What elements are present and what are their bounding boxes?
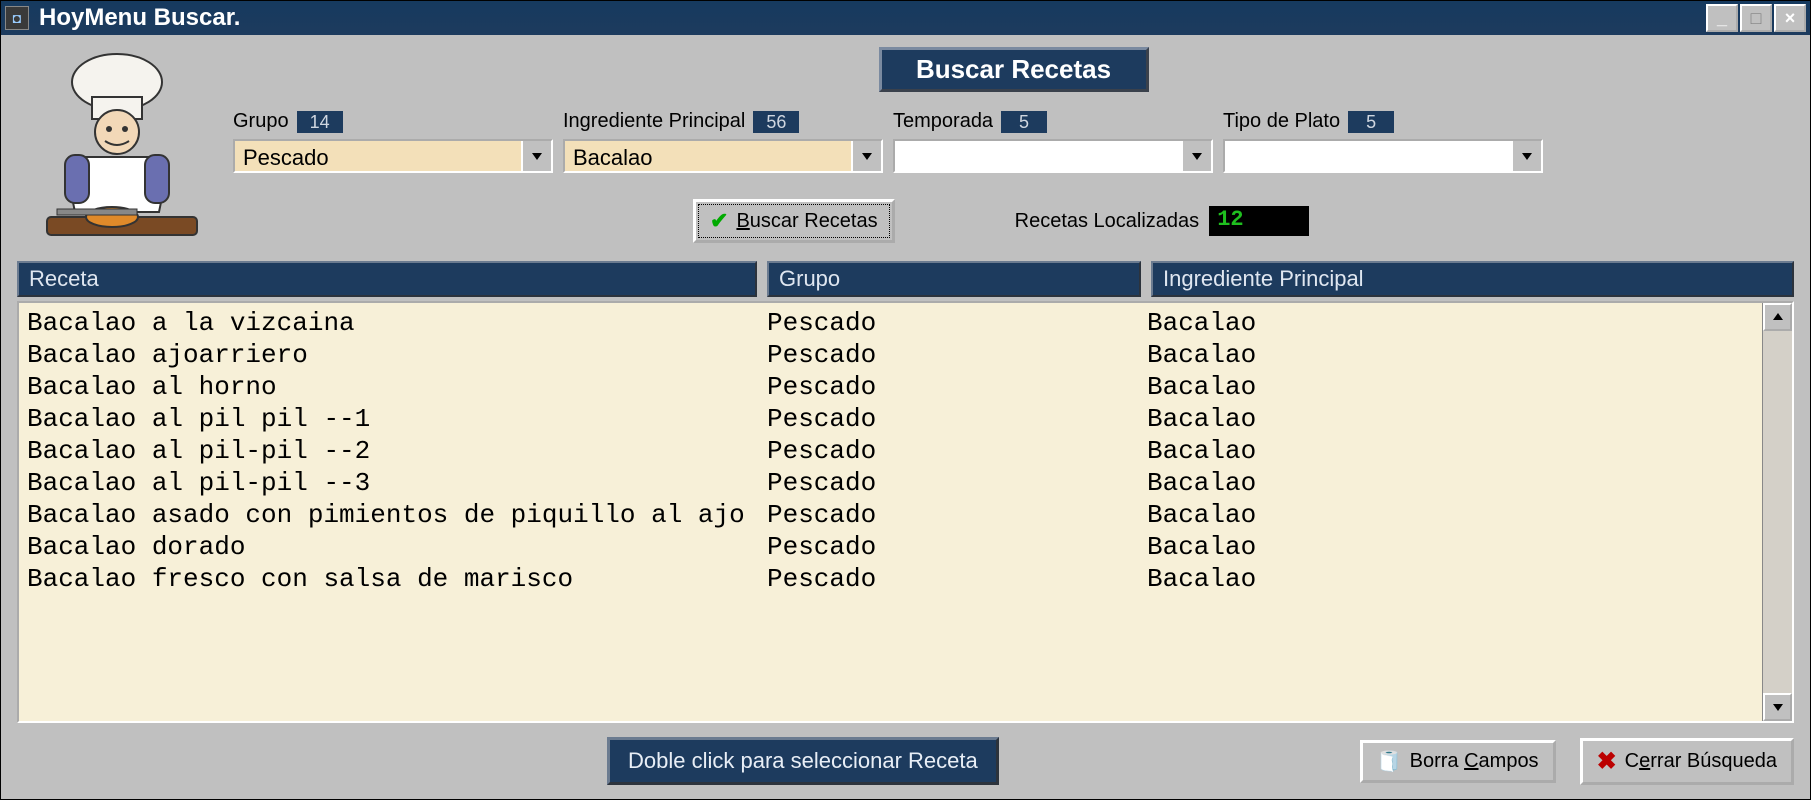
close-icon: ✖ <box>1597 747 1617 776</box>
cell-receta: Bacalao al horno <box>27 371 767 403</box>
table-row[interactable]: Bacalao a la vizcainaPescadoBacalao <box>19 307 1762 339</box>
titlebar: ◘ HoyMenu Buscar. _ □ × <box>1 1 1810 35</box>
cell-receta: Bacalao ajoarriero <box>27 339 767 371</box>
filter-grupo: Grupo 14 Pescado <box>233 110 553 173</box>
table-row[interactable]: Bacalao al hornoPescadoBacalao <box>19 371 1762 403</box>
table-row[interactable]: Bacalao doradoPescadoBacalao <box>19 531 1762 563</box>
eraser-icon: 🧻 <box>1377 749 1402 774</box>
cell-receta: Bacalao fresco con salsa de marisco <box>27 563 767 595</box>
count-temporada: 5 <box>1001 111 1047 133</box>
results-list-body[interactable]: Bacalao a la vizcainaPescadoBacalaoBacal… <box>19 303 1762 721</box>
close-button[interactable]: × <box>1774 4 1806 32</box>
cell-receta: Bacalao a la vizcaina <box>27 307 767 339</box>
count-tipoplato: 5 <box>1348 111 1394 133</box>
cell-ingrediente: Bacalao <box>1147 563 1754 595</box>
combo-ingrediente[interactable]: Bacalao <box>563 139 883 173</box>
cell-ingrediente: Bacalao <box>1147 531 1754 563</box>
cell-ingrediente: Bacalao <box>1147 499 1754 531</box>
combo-grupo[interactable]: Pescado <box>233 139 553 173</box>
clear-post: ampos <box>1479 750 1539 772</box>
cell-receta: Bacalao al pil pil --1 <box>27 403 767 435</box>
close-pre: C <box>1625 750 1639 772</box>
cell-ingrediente: Bacalao <box>1147 403 1754 435</box>
cell-receta: Bacalao al pil-pil --2 <box>27 435 767 467</box>
located-count: 12 <box>1209 206 1309 236</box>
clear-fields-button[interactable]: 🧻 Borra Campos <box>1360 740 1556 783</box>
label-temporada: Temporada <box>893 110 993 133</box>
cell-ingrediente: Bacalao <box>1147 467 1754 499</box>
hint-banner: Doble click para seleccionar Receta <box>607 737 999 785</box>
table-row[interactable]: Bacalao asado con pimientos de piquillo … <box>19 499 1762 531</box>
app-window: ◘ HoyMenu Buscar. _ □ × <box>0 0 1811 800</box>
cell-ingrediente: Bacalao <box>1147 435 1754 467</box>
cell-grupo: Pescado <box>767 435 1147 467</box>
count-grupo: 14 <box>297 111 343 133</box>
chevron-down-icon[interactable] <box>521 141 551 171</box>
filter-temporada: Temporada 5 <box>893 110 1213 173</box>
count-ingrediente: 56 <box>753 111 799 133</box>
located-label: Recetas Localizadas <box>1015 210 1200 233</box>
cell-grupo: Pescado <box>767 467 1147 499</box>
cell-grupo: Pescado <box>767 563 1147 595</box>
cell-grupo: Pescado <box>767 403 1147 435</box>
clear-u: C <box>1464 750 1478 772</box>
client-area: Buscar Recetas Grupo 14 Pescado <box>1 35 1810 799</box>
maximize-button[interactable]: □ <box>1740 4 1772 32</box>
search-button[interactable]: ✔ Buscar Recetas <box>693 199 895 243</box>
label-tipoplato: Tipo de Plato <box>1223 110 1340 133</box>
filter-tipoplato: Tipo de Plato 5 <box>1223 110 1543 173</box>
column-headers: Receta Grupo Ingrediente Principal <box>17 261 1794 297</box>
close-search-button[interactable]: ✖ Cerrar Búsqueda <box>1580 738 1794 785</box>
header-grupo[interactable]: Grupo <box>767 261 1141 297</box>
close-u: e <box>1639 750 1650 772</box>
label-grupo: Grupo <box>233 110 289 133</box>
cell-ingrediente: Bacalao <box>1147 339 1754 371</box>
chevron-down-icon[interactable] <box>1181 141 1211 171</box>
search-button-label-rest: uscar Recetas <box>750 210 878 232</box>
scroll-down-icon[interactable] <box>1763 693 1792 721</box>
table-row[interactable]: Bacalao al pil-pil --2PescadoBacalao <box>19 435 1762 467</box>
close-post: rrar Búsqueda <box>1650 750 1777 772</box>
minimize-button[interactable]: _ <box>1706 4 1738 32</box>
clear-pre: Borra <box>1410 750 1464 772</box>
cell-ingrediente: Bacalao <box>1147 371 1754 403</box>
cell-grupo: Pescado <box>767 307 1147 339</box>
cell-grupo: Pescado <box>767 339 1147 371</box>
results-list: Bacalao a la vizcainaPescadoBacalaoBacal… <box>17 301 1794 723</box>
chevron-down-icon[interactable] <box>1511 141 1541 171</box>
cell-receta: Bacalao dorado <box>27 531 767 563</box>
table-row[interactable]: Bacalao fresco con salsa de mariscoPesca… <box>19 563 1762 595</box>
filter-ingrediente: Ingrediente Principal 56 Bacalao <box>563 110 883 173</box>
label-ingrediente: Ingrediente Principal <box>563 110 745 133</box>
scrollbar[interactable] <box>1762 303 1792 721</box>
table-row[interactable]: Bacalao ajoarrieroPescadoBacalao <box>19 339 1762 371</box>
cell-grupo: Pescado <box>767 371 1147 403</box>
combo-temporada[interactable] <box>893 139 1213 173</box>
table-row[interactable]: Bacalao al pil pil --1PescadoBacalao <box>19 403 1762 435</box>
table-row[interactable]: Bacalao al pil-pil --3PescadoBacalao <box>19 467 1762 499</box>
scroll-track[interactable] <box>1763 331 1792 693</box>
combo-ingrediente-value: Bacalao <box>565 141 851 171</box>
combo-grupo-value: Pescado <box>235 141 521 171</box>
cell-receta: Bacalao al pil-pil --3 <box>27 467 767 499</box>
cell-ingrediente: Bacalao <box>1147 307 1754 339</box>
combo-temporada-value <box>895 141 1181 171</box>
header-receta[interactable]: Receta <box>17 261 757 297</box>
page-title: Buscar Recetas <box>879 47 1149 92</box>
chef-illustration <box>17 47 217 257</box>
scroll-up-icon[interactable] <box>1763 303 1792 331</box>
app-icon: ◘ <box>5 6 29 30</box>
header-ingrediente[interactable]: Ingrediente Principal <box>1151 261 1794 297</box>
check-icon: ✔ <box>710 208 728 234</box>
chevron-down-icon[interactable] <box>851 141 881 171</box>
window-title: HoyMenu Buscar. <box>39 4 1706 32</box>
cell-grupo: Pescado <box>767 499 1147 531</box>
cell-grupo: Pescado <box>767 531 1147 563</box>
combo-tipoplato-value <box>1225 141 1511 171</box>
cell-receta: Bacalao asado con pimientos de piquillo … <box>27 499 767 531</box>
combo-tipoplato[interactable] <box>1223 139 1543 173</box>
